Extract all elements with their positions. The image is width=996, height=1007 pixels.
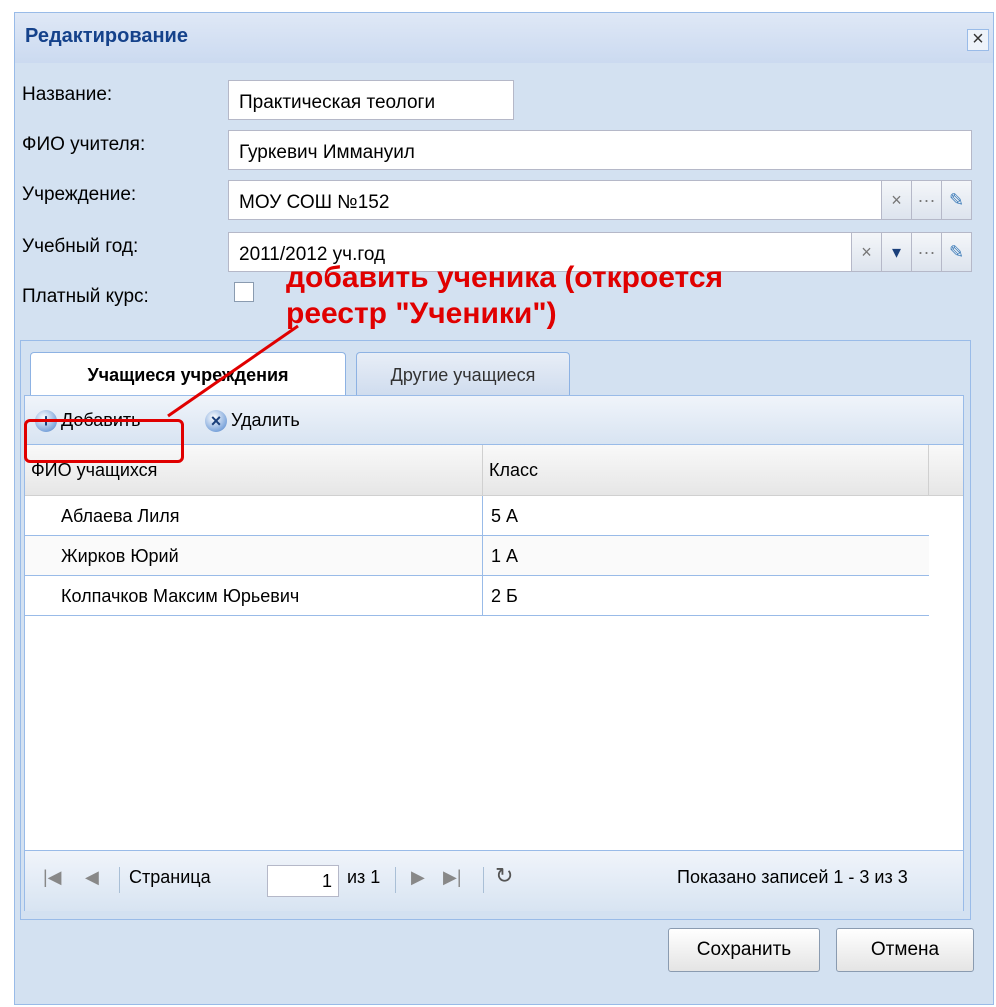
- save-button[interactable]: Сохранить: [668, 928, 820, 972]
- arrow-line: [167, 324, 299, 418]
- annotation-arrow: [167, 324, 299, 418]
- cancel-button[interactable]: Отмена: [836, 928, 974, 972]
